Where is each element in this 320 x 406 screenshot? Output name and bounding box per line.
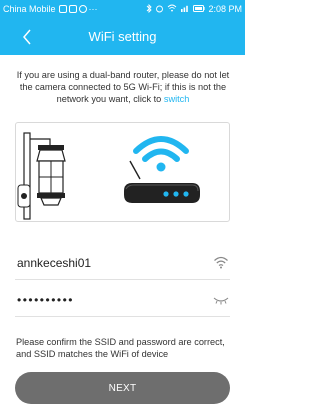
back-button[interactable] bbox=[18, 28, 36, 46]
status-bar: China Mobile ··· 2:08 PM bbox=[0, 0, 245, 18]
battery-icon bbox=[193, 4, 206, 14]
status-right: 2:08 PM bbox=[146, 3, 242, 15]
password-field[interactable]: •••••••••• bbox=[15, 283, 230, 317]
wifi-illustration-icon bbox=[133, 136, 189, 172]
eye-closed-icon[interactable] bbox=[212, 291, 230, 309]
dual-band-info: If you are using a dual-band router, ple… bbox=[16, 69, 230, 105]
camera-router-illustration bbox=[15, 122, 230, 222]
illustration-graphic bbox=[17, 132, 200, 220]
wifi-status-icon bbox=[167, 4, 177, 14]
bluetooth-icon bbox=[146, 3, 153, 15]
notification-icon bbox=[68, 5, 77, 13]
password-value[interactable]: •••••••••• bbox=[15, 293, 74, 307]
notification-icon bbox=[58, 5, 67, 13]
ssid-value[interactable]: annkeceshi01 bbox=[15, 256, 91, 270]
alarm-icon bbox=[155, 4, 164, 15]
title-bar: WiFi setting bbox=[0, 18, 245, 55]
more-notifications-icon: ··· bbox=[88, 4, 98, 14]
signal-icon bbox=[180, 4, 190, 14]
notification-icon bbox=[78, 5, 87, 13]
switch-network-link[interactable]: switch bbox=[164, 94, 190, 104]
carrier-name: China Mobile bbox=[3, 4, 56, 14]
notification-icons: ··· bbox=[58, 4, 98, 14]
page-title: WiFi setting bbox=[88, 29, 157, 44]
clock-time: 2:08 PM bbox=[208, 4, 242, 14]
lantern-camera-icon bbox=[17, 132, 66, 220]
confirm-message: Please confirm the SSID and password are… bbox=[16, 337, 225, 359]
ssid-field[interactable]: annkeceshi01 bbox=[15, 246, 230, 280]
next-button[interactable]: NEXT bbox=[15, 372, 230, 404]
info-text: If you are using a dual-band router, ple… bbox=[16, 70, 230, 104]
chevron-left-icon bbox=[23, 29, 31, 45]
wifi-icon[interactable] bbox=[212, 254, 230, 272]
status-left: China Mobile ··· bbox=[3, 4, 98, 14]
